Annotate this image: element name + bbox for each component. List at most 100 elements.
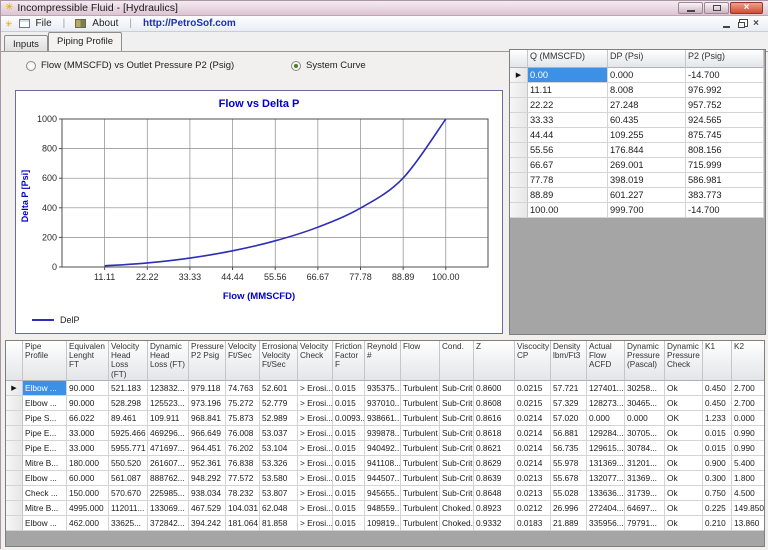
grid-cell[interactable]: 81.858 [260, 516, 298, 531]
grid-cell[interactable]: 4.500 [732, 486, 765, 501]
column-header[interactable]: Friction Factor F [333, 341, 365, 381]
grid-cell[interactable]: 0.000 [732, 411, 765, 426]
grid-cell[interactable]: Ok [665, 396, 703, 411]
grid-cell[interactable]: Turbulent [401, 501, 440, 516]
grid-cell[interactable]: 31739... [625, 486, 665, 501]
grid-cell[interactable]: 125523... [148, 396, 189, 411]
grid-cell[interactable]: 104.031 [226, 501, 260, 516]
grid-cell[interactable]: 0.0093... [333, 411, 365, 426]
grid-cell[interactable]: 132077... [587, 471, 625, 486]
grid-cell[interactable]: 5955.771 [109, 441, 148, 456]
grid-cell[interactable]: 976.992 [686, 83, 764, 98]
grid-cell[interactable]: 0.015 [333, 516, 365, 531]
grid-cell[interactable]: 335956... [587, 516, 625, 531]
grid-cell[interactable]: 55.978 [551, 456, 587, 471]
grid-cell[interactable]: 0.015 [333, 471, 365, 486]
grid-cell[interactable]: 133636... [587, 486, 625, 501]
grid-cell[interactable]: > Erosi... [298, 516, 333, 531]
grid-cell[interactable]: 937010... [365, 396, 401, 411]
column-header[interactable]: K1 [703, 341, 732, 381]
grid-cell[interactable]: 180.000 [67, 456, 109, 471]
grid-cell[interactable]: 88.89 [528, 188, 608, 203]
grid-cell[interactable]: 601.227 [608, 188, 686, 203]
grid-cell[interactable]: 5.400 [732, 456, 765, 471]
grid-cell[interactable]: 550.520 [109, 456, 148, 471]
grid-cell[interactable]: 4995.000 [67, 501, 109, 516]
row-selector[interactable] [510, 188, 528, 203]
grid-cell[interactable]: Sub-Crit... [440, 471, 474, 486]
row-selector-header[interactable] [6, 341, 23, 381]
grid-cell[interactable]: 21.889 [551, 516, 587, 531]
grid-cell[interactable]: 128273... [587, 396, 625, 411]
row-selector-header[interactable] [510, 50, 528, 68]
grid-cell[interactable]: 90.000 [67, 381, 109, 396]
grid-cell[interactable]: 944507... [365, 471, 401, 486]
grid-cell[interactable]: 53.326 [260, 456, 298, 471]
row-selector[interactable] [6, 471, 23, 486]
grid-cell[interactable]: Turbulent [401, 381, 440, 396]
grid-cell[interactable]: 0.0183 [515, 516, 551, 531]
grid-cell[interactable]: 875.745 [686, 128, 764, 143]
grid-cell[interactable]: 66.022 [67, 411, 109, 426]
grid-cell[interactable]: 26.996 [551, 501, 587, 516]
grid-cell[interactable]: 948.292 [189, 471, 226, 486]
grid-cell[interactable]: 1.233 [703, 411, 732, 426]
grid-cell[interactable]: 945655... [365, 486, 401, 501]
grid-cell[interactable]: 57.020 [551, 411, 587, 426]
grid-cell[interactable]: 952.361 [189, 456, 226, 471]
grid-cell[interactable]: 0.8618 [474, 426, 515, 441]
grid-cell[interactable]: 0.015 [333, 381, 365, 396]
grid-cell[interactable]: 109.911 [148, 411, 189, 426]
grid-cell[interactable]: 127401... [587, 381, 625, 396]
grid-cell[interactable]: 33.000 [67, 426, 109, 441]
grid-cell[interactable]: -14.700 [686, 203, 764, 218]
grid-cell[interactable]: Turbulent [401, 516, 440, 531]
grid-cell[interactable]: 44.44 [528, 128, 608, 143]
grid-cell[interactable]: > Erosi... [298, 456, 333, 471]
column-header[interactable]: Cond. [440, 341, 474, 381]
grid-cell[interactable]: Turbulent [401, 456, 440, 471]
column-header[interactable]: Flow [401, 341, 440, 381]
grid-cell[interactable]: 55.56 [528, 143, 608, 158]
grid-cell[interactable]: 0.8923 [474, 501, 515, 516]
grid-cell[interactable]: Sub-Crit... [440, 441, 474, 456]
row-selector[interactable] [6, 486, 23, 501]
grid-cell[interactable]: 935375... [365, 381, 401, 396]
grid-cell[interactable]: > Erosi... [298, 501, 333, 516]
column-header[interactable]: Z [474, 341, 515, 381]
minimize-button[interactable] [678, 2, 703, 14]
grid-cell[interactable]: 0.0212 [515, 501, 551, 516]
grid-cell[interactable]: 109819... [365, 516, 401, 531]
grid-cell[interactable]: 53.104 [260, 441, 298, 456]
grid-cell[interactable]: Ok [665, 501, 703, 516]
grid-cell[interactable]: Ok [665, 426, 703, 441]
grid-cell[interactable]: 941108... [365, 456, 401, 471]
grid-cell[interactable]: 462.000 [67, 516, 109, 531]
grid-cell[interactable]: 0.8648 [474, 486, 515, 501]
grid-cell[interactable]: 0.0214 [515, 411, 551, 426]
grid-cell[interactable]: 0.015 [703, 441, 732, 456]
column-header[interactable]: K2 [732, 341, 765, 381]
grid-cell[interactable]: 109.255 [608, 128, 686, 143]
grid-cell[interactable]: 2.700 [732, 396, 765, 411]
grid-cell[interactable]: Sub-Crit... [440, 381, 474, 396]
grid-cell[interactable]: Ok [665, 516, 703, 531]
grid-cell[interactable]: 60.000 [67, 471, 109, 486]
column-header[interactable]: Viscocity CP [515, 341, 551, 381]
grid-cell[interactable]: Turbulent [401, 471, 440, 486]
grid-cell[interactable]: 64697... [625, 501, 665, 516]
grid-cell[interactable]: 77.78 [528, 173, 608, 188]
grid-cell[interactable]: > Erosi... [298, 441, 333, 456]
radio-flow-vs-p2[interactable]: Flow (MMSCFD) vs Outlet Pressure P2 (Psi… [26, 60, 234, 71]
grid-cell[interactable]: Check ... [23, 486, 67, 501]
column-header[interactable]: Actual Flow ACFD [587, 341, 625, 381]
grid-cell[interactable]: 0.8600 [474, 381, 515, 396]
grid-cell[interactable]: > Erosi... [298, 411, 333, 426]
grid-cell[interactable]: Pipe E... [23, 426, 67, 441]
grid-cell[interactable]: 272404... [587, 501, 625, 516]
grid-cell[interactable]: 521.183 [109, 381, 148, 396]
grid-cell[interactable]: 0.450 [703, 396, 732, 411]
grid-cell[interactable]: 968.841 [189, 411, 226, 426]
grid-cell[interactable]: 22.22 [528, 98, 608, 113]
grid-cell[interactable]: Sub-Crit... [440, 411, 474, 426]
